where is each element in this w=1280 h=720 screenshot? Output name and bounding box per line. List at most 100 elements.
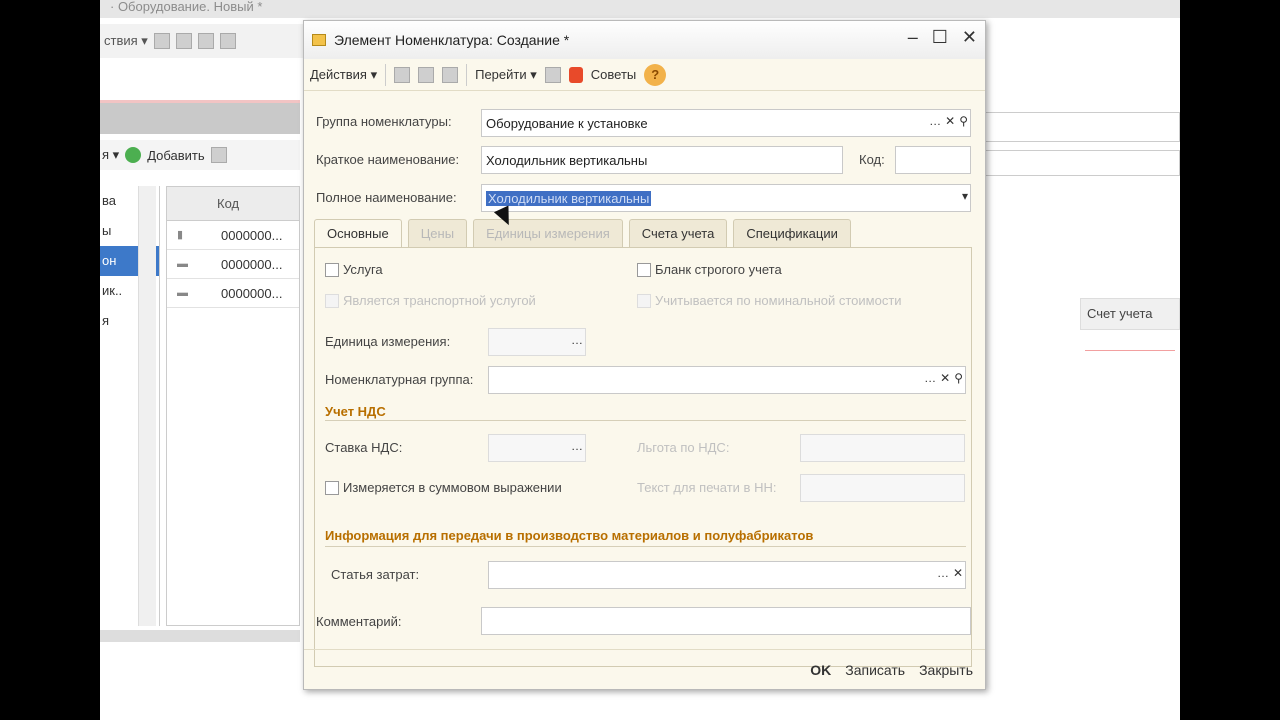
clear-icon[interactable]: ✕ <box>945 114 955 128</box>
table-row[interactable]: ▮ 0000000... <box>167 221 299 250</box>
background-actions-button[interactable]: ствия ▾ <box>104 33 148 49</box>
cost-item-label: Статья затрат: <box>331 567 420 582</box>
add-document-icon[interactable] <box>219 33 236 49</box>
table-row[interactable]: ▬ 0000000... <box>167 250 299 279</box>
select-icon[interactable]: … <box>929 114 941 128</box>
select-icon[interactable]: … <box>571 333 583 347</box>
select-icon[interactable]: … <box>571 439 583 453</box>
service-checkbox[interactable] <box>325 262 339 277</box>
save-icon[interactable] <box>394 66 411 83</box>
sum-checkbox[interactable] <box>325 480 339 495</box>
add-icon[interactable] <box>125 147 142 163</box>
background-list-toolbar: я ▾ Добавить <box>100 140 300 170</box>
tab-accounts[interactable]: Счета учета <box>628 219 728 247</box>
clear-icon[interactable]: ✕ <box>953 566 963 580</box>
row-code: 0000000... <box>221 228 283 243</box>
background-title: · Оборудование. Новый * <box>100 0 1180 18</box>
group-label: Группа номенклатуры: <box>316 114 452 129</box>
strict-checkbox-row[interactable]: Бланк строгого учета <box>637 262 782 277</box>
full-name-field[interactable]: Холодильник вертикальны ▾ <box>481 184 971 212</box>
clear-icon[interactable]: ✕ <box>940 371 950 385</box>
transport-label: Является транспортной услугой <box>343 293 536 308</box>
background-field[interactable] <box>980 150 1180 176</box>
short-name-label: Краткое наименование: <box>316 152 460 167</box>
save-button[interactable]: Записать <box>845 662 905 678</box>
sum-label: Измеряется в суммовом выражении <box>343 480 562 495</box>
window-controls: – ☐ ✕ <box>908 27 977 48</box>
ok-button[interactable]: OK <box>810 662 831 678</box>
tab-prices[interactable]: Цены <box>407 219 468 247</box>
group-field[interactable]: Оборудование к установке … ✕ ⚲ <box>481 109 971 137</box>
select-icon[interactable]: … <box>924 371 936 385</box>
divider <box>325 420 966 421</box>
short-name-field[interactable]: Холодильник вертикальны <box>481 146 843 174</box>
help-icon[interactable]: ? <box>644 63 667 86</box>
table-row[interactable]: ▬ 0000000... <box>167 279 299 308</box>
refresh-icon[interactable] <box>197 33 214 49</box>
list-icon[interactable] <box>175 33 192 49</box>
dialog-titlebar: Элемент Номенклатура: Создание * – ☐ ✕ <box>304 21 985 59</box>
add-button[interactable]: Добавить <box>147 148 204 163</box>
tab-units[interactable]: Единицы измерения <box>473 219 623 247</box>
tab-bar: Основные Цены Единицы измерения Счета уч… <box>314 219 851 247</box>
background-field[interactable] <box>980 112 1180 142</box>
actions-menu[interactable]: Действия ▾ <box>310 67 377 83</box>
row-code: 0000000... <box>221 257 283 272</box>
tab-panel: Услуга Бланк строгого учета Является тра… <box>314 247 972 667</box>
folder-add-icon[interactable] <box>210 147 227 163</box>
background-band <box>100 100 300 134</box>
strict-label: Бланк строгого учета <box>655 262 782 277</box>
divider <box>466 63 468 86</box>
nominal-checkbox-row: Учитывается по номинальной стоимости <box>637 293 902 308</box>
dialog-footer: OK Записать Закрыть <box>304 649 985 689</box>
item-icon: ▬ <box>177 258 188 270</box>
background-scrollbar[interactable] <box>138 186 156 626</box>
minimize-icon[interactable]: – <box>908 27 918 48</box>
transport-checkbox-row: Является транспортной услугой <box>325 293 536 308</box>
goto-menu[interactable]: Перейти ▾ <box>475 67 537 83</box>
close-icon[interactable]: ✕ <box>962 27 977 48</box>
nominal-checkbox <box>637 293 651 308</box>
background-list-actions[interactable]: я ▾ <box>102 147 119 163</box>
background-table: Код ▮ 0000000... ▬ 0000000... ▬ 0000000... <box>166 186 300 626</box>
cost-item-field[interactable]: … ✕ <box>488 561 966 589</box>
print-text-field <box>800 474 965 502</box>
screen: · Оборудование. Новый * ствия ▾ я ▾ Доба… <box>100 0 1180 720</box>
sum-checkbox-row[interactable]: Измеряется в суммовом выражении <box>325 480 562 495</box>
divider <box>385 63 387 86</box>
search-icon[interactable]: ⚲ <box>954 371 963 385</box>
structure-icon[interactable] <box>544 66 561 83</box>
code-field[interactable] <box>895 146 971 174</box>
tips-button[interactable]: Советы <box>591 67 636 82</box>
table-header-code[interactable]: Код <box>167 187 299 221</box>
unit-label: Единица измерения: <box>325 334 451 349</box>
background-column-header[interactable]: Счет учета <box>1080 298 1180 330</box>
search-icon[interactable]: ⚲ <box>959 114 968 128</box>
tab-specifications[interactable]: Спецификации <box>733 219 851 247</box>
service-checkbox-row[interactable]: Услуга <box>325 262 383 277</box>
group-value: Оборудование к установке <box>486 115 648 131</box>
comment-label: Комментарий: <box>316 614 402 629</box>
comment-field[interactable] <box>481 607 971 635</box>
dropdown-icon[interactable]: ▾ <box>962 189 968 203</box>
vat-rate-label: Ставка НДС: <box>325 440 403 455</box>
vat-rate-field[interactable]: … <box>488 434 586 462</box>
production-section-title: Информация для передачи в производство м… <box>325 528 814 543</box>
strict-checkbox[interactable] <box>637 262 651 277</box>
document-icon[interactable] <box>153 33 170 49</box>
tips-icon[interactable] <box>568 66 583 83</box>
maximize-icon[interactable]: ☐ <box>932 27 948 48</box>
close-button[interactable]: Закрыть <box>919 662 973 678</box>
copy-icon[interactable] <box>442 66 459 83</box>
list-icon[interactable] <box>418 66 435 83</box>
nomenclature-dialog: Элемент Номенклатура: Создание * – ☐ ✕ Д… <box>303 20 986 690</box>
transport-checkbox <box>325 293 339 308</box>
print-text-label: Текст для печати в НН: <box>637 480 777 495</box>
nomenclature-group-field[interactable]: … ✕ ⚲ <box>488 366 966 394</box>
tab-main[interactable]: Основные <box>314 219 402 247</box>
code-label: Код: <box>859 152 885 167</box>
select-icon[interactable]: … <box>937 566 949 580</box>
full-name-value: Холодильник вертикальны <box>486 190 652 206</box>
unit-field[interactable]: … <box>488 328 586 356</box>
background-status-bar <box>100 630 300 642</box>
